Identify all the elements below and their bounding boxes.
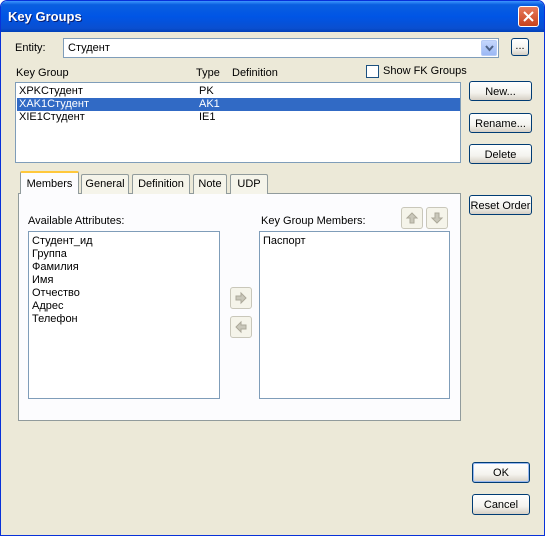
arrow-down-icon [430,212,444,224]
column-header-type: Type [196,67,220,79]
column-header-definition: Definition [232,67,278,79]
entity-label: Entity: [15,42,46,54]
new-button[interactable]: New... [469,81,532,101]
close-icon [523,11,534,22]
title-bar[interactable]: Key Groups [1,1,544,32]
list-item[interactable]: Паспорт [263,235,306,247]
list-item[interactable]: Группа [32,248,67,260]
list-item[interactable]: Студент_ид [32,235,93,247]
list-item[interactable]: Телефон [32,313,78,325]
key-group-name: XPKСтудент [19,85,83,97]
list-item[interactable]: Адрес [32,300,64,312]
tab-general[interactable]: General [81,174,129,194]
move-up-button[interactable] [401,207,423,229]
key-group-members-label: Key Group Members: [261,215,366,227]
key-group-type: AK1 [199,98,220,110]
show-fk-groups-label[interactable]: Show FK Groups [383,65,467,77]
list-item[interactable]: Фамилия [32,261,79,273]
show-fk-groups-checkbox[interactable] [366,65,379,78]
available-attributes-label: Available Attributes: [28,215,125,227]
key-group-name: XIE1Студент [19,111,85,123]
remove-member-button[interactable] [230,316,252,338]
key-groups-dialog: Key Groups Entity: Студент ... Key Group… [0,0,545,536]
reset-order-button[interactable]: Reset Order [469,195,532,215]
key-group-type: PK [199,85,214,97]
arrow-right-icon [235,291,247,305]
entity-value: Студент [68,42,110,54]
key-group-name: XAK1Студент [19,98,90,110]
entity-browse-button[interactable]: ... [511,38,529,56]
available-attributes-list[interactable]: Студент_ид Группа Фамилия Имя Отчество А… [28,231,220,399]
list-item[interactable]: Имя [32,274,53,286]
cancel-button[interactable]: Cancel [472,494,530,515]
tab-note[interactable]: Note [193,174,227,194]
entity-select[interactable]: Студент [63,38,499,58]
move-down-button[interactable] [426,207,448,229]
key-group-members-list[interactable]: Паспорт [259,231,450,399]
arrow-left-icon [235,320,247,334]
ok-button[interactable]: OK [472,462,530,483]
delete-button[interactable]: Delete [469,144,532,164]
key-group-row[interactable]: XAK1Студент AK1 [17,98,460,111]
dropdown-button[interactable] [481,40,497,56]
column-header-key-group: Key Group [16,67,69,79]
list-item[interactable]: Отчество [32,287,80,299]
add-member-button[interactable] [230,287,252,309]
key-group-row[interactable]: XIE1Студент IE1 [17,111,460,124]
key-group-row[interactable]: XPKСтудент PK [17,85,460,98]
tab-definition[interactable]: Definition [132,174,190,194]
tab-members[interactable]: Members [20,171,79,194]
key-group-list[interactable]: XPKСтудент PK XAK1Студент AK1 XIE1Студен… [15,82,461,163]
arrow-up-icon [405,212,419,224]
chevron-down-icon [485,45,494,52]
rename-button[interactable]: Rename... [469,113,532,133]
window-title: Key Groups [8,9,82,24]
tab-udp[interactable]: UDP [230,174,268,194]
close-button[interactable] [518,6,539,27]
key-group-type: IE1 [199,111,216,123]
